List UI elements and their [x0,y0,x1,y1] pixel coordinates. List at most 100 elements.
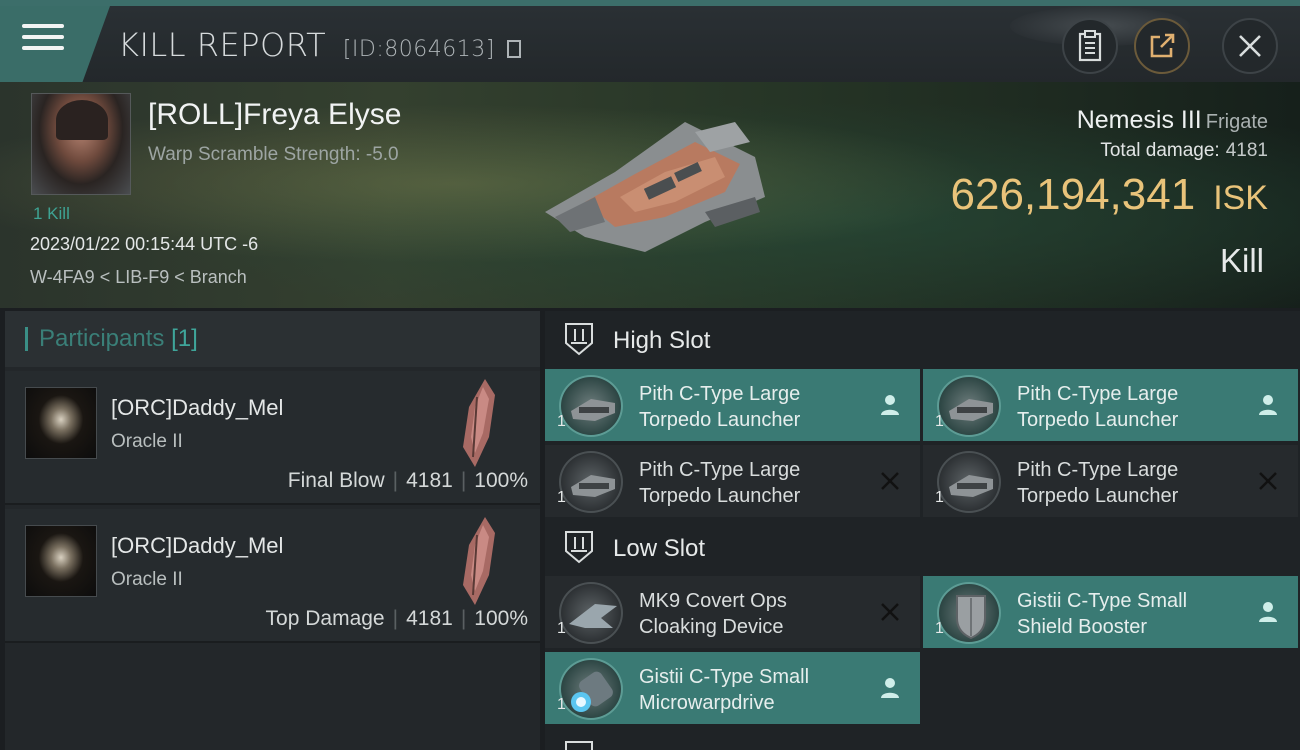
item-name-line1: Pith C-Type Large [1017,383,1179,405]
participants-label: Participants [39,325,165,352]
total-damage-value: 4181 [1225,140,1268,161]
participant-role: Final Blow [287,469,385,492]
item-name: Pith C-Type Large Torpedo Launcher [639,381,869,433]
isk-amount: 626,194,341 [950,170,1196,219]
header-bar: KILL REPORT [ID:8064613] [0,0,1300,82]
participant-name: [ORC]Daddy_Mel [111,395,284,420]
result-label: Kill [1219,242,1264,279]
dropped-person-icon [881,395,899,415]
item-name-line2: Torpedo Launcher [639,485,801,507]
mid-slot-header-partial [545,729,1300,750]
item-quantity: 1 [557,696,566,713]
item-quantity: 1 [935,620,944,637]
report-id: [ID:8064613] [342,37,495,62]
low-slot-icon [565,531,593,564]
fitted-item[interactable]: 1 MK9 Covert Ops Cloaking Device [545,576,920,648]
participant-stats: Final Blow | 4181 | 100% [287,469,528,492]
menu-icon[interactable] [22,24,64,58]
item-name: Pith C-Type Large Torpedo Launcher [1017,457,1247,509]
destroyed-x-icon [881,603,899,621]
participants-panel: Participants [1] [ORC]Daddy_Mel Oracle I… [5,311,540,750]
fitted-item[interactable]: 1 Pith C-Type Large Torpedo Launcher [923,445,1298,517]
fitted-item[interactable]: 1 Gistii C-Type Small Microwarpdrive [545,652,920,724]
participant-row[interactable]: [ORC]Daddy_Mel Oracle II Final Blow | 4181… [5,371,540,505]
report-button[interactable] [1062,18,1118,74]
kill-location: W-4FA9 < LIB-F9 < Branch [30,267,247,287]
fitted-item[interactable]: 1 Pith C-Type Large Torpedo Launcher [923,369,1298,441]
isk-unit: ISK [1213,179,1268,217]
victim-portrait[interactable] [31,93,131,195]
participants-header: Participants [1] [5,311,540,367]
victim-name[interactable]: [ROLL]Freya Elyse [148,98,401,132]
participant-ship: Oracle II [111,569,183,590]
item-name-line2: Cloaking Device [639,616,784,638]
participant-damage: 4181 [406,469,453,492]
dropped-person-icon [1259,602,1277,622]
item-name-line1: Pith C-Type Large [639,459,801,481]
item-quantity: 1 [935,489,944,506]
avatar[interactable] [25,387,97,459]
item-quantity: 1 [557,489,566,506]
cloaking-device-icon [559,582,623,644]
torpedo-launcher-icon [559,451,623,513]
item-name: Gistii C-Type Small Microwarpdrive [639,664,869,716]
copy-icon[interactable] [507,40,522,58]
high-slot-title: High Slot [613,327,711,354]
low-slot-header: Low Slot [545,519,1300,575]
item-name: Pith C-Type Large Torpedo Launcher [639,457,869,509]
participant-ship-image [463,379,495,467]
isk-value: 626,194,341 ISK [951,170,1269,220]
avatar[interactable] [25,525,97,597]
fitted-item[interactable]: 1 Gistii C-Type Small Shield Booster [923,576,1298,648]
destroyed-x-icon [1259,472,1277,490]
torpedo-launcher-icon [937,451,1001,513]
item-name-line1: Gistii C-Type Small [639,666,810,688]
victim-summary: [ROLL]Freya Elyse Warp Scramble Strength… [0,82,1300,308]
fitted-item[interactable]: 1 Pith C-Type Large Torpedo Launcher [545,445,920,517]
mid-slot-icon [565,741,593,750]
total-damage-label: Total damage: [1100,140,1220,161]
participant-ship: Oracle II [111,431,183,452]
kill-datetime: 2023/01/22 00:15:44 UTC -6 [30,234,259,254]
share-button[interactable] [1134,18,1190,74]
section-marker [25,327,28,351]
low-slot-title: Low Slot [613,535,706,562]
page-title-text: KILL REPORT [118,26,327,64]
item-name-line1: Pith C-Type Large [1017,459,1179,481]
item-name-line2: Torpedo Launcher [639,409,801,431]
warp-scramble-strength: Warp Scramble Strength: -5.0 [148,144,399,165]
dropped-person-icon [881,678,899,698]
item-name-line2: Torpedo Launcher [1017,485,1179,507]
fitting-panel: High Slot 1 Pith C-Type Large Torpedo La… [545,311,1300,750]
share-icon [1150,33,1175,58]
participant-role: Top Damage [265,607,385,630]
participant-damage: 4181 [406,607,453,630]
victim-ship-image[interactable] [525,102,775,262]
high-slot-header: High Slot [545,311,1300,367]
shield-booster-icon [937,582,1001,644]
participant-row[interactable]: [ORC]Daddy_Mel Oracle II Top Damage | 4181… [5,509,540,643]
item-name-line2: Shield Booster [1017,616,1148,638]
close-icon [1239,35,1261,57]
item-name-line2: Torpedo Launcher [1017,409,1179,431]
destroyed-x-icon [881,472,899,490]
item-quantity: 1 [935,413,944,430]
close-button[interactable] [1222,18,1278,74]
victim-ship-name[interactable]: Nemesis III Frigate [1077,106,1268,135]
item-name: Pith C-Type Large Torpedo Launcher [1017,381,1247,433]
kill-report-screen: KILL REPORT [ID:8064613] [ROLL]Freya Ely… [0,0,1300,750]
kill-count: 1 Kill [33,204,70,223]
participant-ship-image [463,517,495,605]
participants-title: Participants [1] [39,325,198,353]
high-slot-icon [565,323,593,356]
torpedo-launcher-icon [937,375,1001,437]
microwarpdrive-icon [559,658,623,720]
fitted-item[interactable]: 1 Pith C-Type Large Torpedo Launcher [545,369,920,441]
item-name-line1: MK9 Covert Ops [639,590,787,612]
empty-area [5,647,540,750]
participant-percent: 100% [474,607,528,630]
ship-name-text: Nemesis III [1076,106,1202,134]
participants-count: [1] [171,325,198,352]
item-name-line2: Microwarpdrive [639,692,775,714]
item-name-line1: Gistii C-Type Small [1017,590,1188,612]
